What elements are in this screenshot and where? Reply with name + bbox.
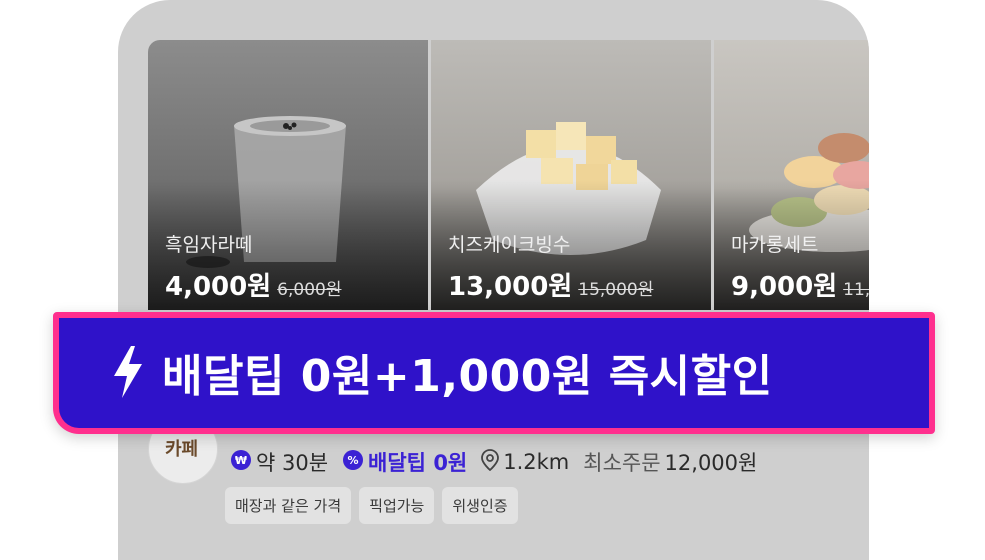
store-info-row: ₩ 약 30분 % 배달팁 0원 1.2km 최소주문 12,000원 — [230, 447, 771, 477]
won-coin-icon: ₩ — [230, 449, 252, 476]
menu-card-1[interactable]: 흑임자라떼 4,000원 6,000원 — [148, 40, 428, 310]
store-logo-text: 카페 — [165, 439, 199, 460]
original-price: 15,000원 — [578, 280, 654, 300]
menu-card-2[interactable]: 치즈케이크빙수 13,000원 15,000원 — [431, 40, 711, 310]
delivery-tip: % 배달팁 0원 — [342, 447, 467, 477]
delivery-time: ₩ 약 30분 — [230, 447, 328, 477]
tag-hygiene: 위생인증 — [442, 487, 518, 524]
discount-badge-icon: % — [342, 449, 364, 476]
menu-card-3[interactable]: 마카롱세트 9,000원 11, — [714, 40, 869, 310]
original-price: 6,000원 — [277, 280, 342, 300]
lightning-bolt-icon — [111, 344, 145, 404]
menu-name: 마카롱세트 — [731, 234, 819, 256]
discount-banner[interactable]: 배달팁 0원+1,000원 즉시할인 — [53, 312, 935, 434]
distance: 1.2km — [481, 448, 569, 476]
store-tags: 매장과 같은 가격 픽업가능 위생인증 — [225, 487, 518, 524]
menu-price: 4,000원 6,000원 — [165, 272, 342, 302]
svg-text:%: % — [348, 454, 359, 467]
tag-same-price: 매장과 같은 가격 — [225, 487, 352, 524]
menu-name: 치즈케이크빙수 — [448, 234, 571, 256]
svg-text:₩: ₩ — [235, 454, 247, 467]
location-pin-icon — [481, 448, 500, 476]
original-price: 11, — [843, 280, 869, 300]
menu-carousel[interactable]: 흑임자라떼 4,000원 6,000원 치즈케이크빙수 13,000원 15,000… — [148, 40, 869, 310]
menu-price: 9,000원 11, — [731, 272, 869, 302]
minimum-order: 최소주문 12,000원 — [583, 451, 758, 475]
menu-name: 흑임자라떼 — [165, 234, 253, 256]
menu-price: 13,000원 15,000원 — [448, 272, 654, 302]
tag-pickup: 픽업가능 — [359, 487, 435, 524]
banner-text: 배달팁 0원+1,000원 즉시할인 — [162, 351, 773, 402]
